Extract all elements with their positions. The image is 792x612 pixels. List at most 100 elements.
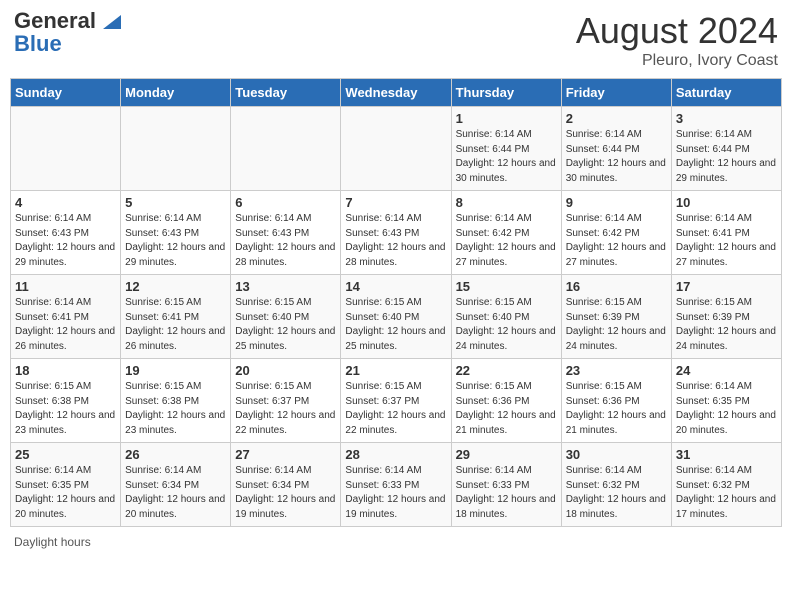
day-number: 19 — [125, 363, 226, 378]
day-number: 13 — [235, 279, 336, 294]
day-info: Sunrise: 6:15 AM Sunset: 6:40 PM Dayligh… — [345, 296, 446, 354]
calendar-cell: 11 Sunrise: 6:14 AM Sunset: 6:41 PM Dayli… — [11, 275, 121, 359]
calendar-cell — [231, 107, 341, 191]
day-number: 27 — [235, 447, 336, 462]
calendar-cell: 3 Sunrise: 6:14 AM Sunset: 6:44 PM Daylig… — [671, 107, 781, 191]
subtitle: Pleuro, Ivory Coast — [576, 52, 778, 70]
day-info: Sunrise: 6:15 AM Sunset: 6:36 PM Dayligh… — [456, 380, 557, 438]
day-of-week-header: Monday — [121, 79, 231, 107]
calendar-cell: 6 Sunrise: 6:14 AM Sunset: 6:43 PM Daylig… — [231, 191, 341, 275]
day-info: Sunrise: 6:14 AM Sunset: 6:43 PM Dayligh… — [345, 212, 446, 270]
day-of-week-header: Thursday — [451, 79, 561, 107]
logo-blue: Blue — [14, 32, 62, 56]
day-info: Sunrise: 6:15 AM Sunset: 6:40 PM Dayligh… — [456, 296, 557, 354]
day-info: Sunrise: 6:14 AM Sunset: 6:33 PM Dayligh… — [345, 464, 446, 522]
calendar-cell: 28 Sunrise: 6:14 AM Sunset: 6:33 PM Dayli… — [341, 443, 451, 527]
footer: Daylight hours — [10, 535, 782, 549]
day-number: 16 — [566, 279, 667, 294]
day-info: Sunrise: 6:15 AM Sunset: 6:36 PM Dayligh… — [566, 380, 667, 438]
day-number: 31 — [676, 447, 777, 462]
day-number: 5 — [125, 195, 226, 210]
day-info: Sunrise: 6:15 AM Sunset: 6:40 PM Dayligh… — [235, 296, 336, 354]
day-number: 1 — [456, 111, 557, 126]
day-number: 18 — [15, 363, 116, 378]
day-info: Sunrise: 6:14 AM Sunset: 6:34 PM Dayligh… — [235, 464, 336, 522]
calendar-cell: 19 Sunrise: 6:15 AM Sunset: 6:38 PM Dayli… — [121, 359, 231, 443]
day-number: 15 — [456, 279, 557, 294]
logo: General Blue — [14, 10, 121, 56]
calendar-cell: 21Sunrise: 6:15 AM Sunset: 6:37 PM Dayli… — [341, 359, 451, 443]
day-number: 3 — [676, 111, 777, 126]
day-info: Sunrise: 6:14 AM Sunset: 6:44 PM Dayligh… — [676, 128, 777, 186]
day-number: 10 — [676, 195, 777, 210]
calendar-cell: 15 Sunrise: 6:15 AM Sunset: 6:40 PM Dayli… — [451, 275, 561, 359]
calendar-cell: 9Sunrise: 6:14 AM Sunset: 6:42 PM Daylig… — [561, 191, 671, 275]
day-info: Sunrise: 6:15 AM Sunset: 6:39 PM Dayligh… — [676, 296, 777, 354]
day-of-week-header: Wednesday — [341, 79, 451, 107]
day-info: Sunrise: 6:14 AM Sunset: 6:32 PM Dayligh… — [676, 464, 777, 522]
logo-general: General — [14, 8, 96, 33]
day-number: 26 — [125, 447, 226, 462]
calendar-cell: 10 Sunrise: 6:14 AM Sunset: 6:41 PM Dayli… — [671, 191, 781, 275]
day-info: Sunrise: 6:14 AM Sunset: 6:41 PM Dayligh… — [15, 296, 116, 354]
day-info: Sunrise: 6:15 AM Sunset: 6:37 PM Dayligh… — [235, 380, 336, 438]
day-number: 22 — [456, 363, 557, 378]
calendar-cell: 30 Sunrise: 6:14 AM Sunset: 6:32 PM Dayli… — [561, 443, 671, 527]
day-number: 12 — [125, 279, 226, 294]
day-of-week-header: Sunday — [11, 79, 121, 107]
calendar-cell: 17Sunrise: 6:15 AM Sunset: 6:39 PM Dayli… — [671, 275, 781, 359]
day-info: Sunrise: 6:14 AM Sunset: 6:42 PM Dayligh… — [456, 212, 557, 270]
day-number: 6 — [235, 195, 336, 210]
day-number: 7 — [345, 195, 446, 210]
day-info: Sunrise: 6:14 AM Sunset: 6:43 PM Dayligh… — [125, 212, 226, 270]
day-number: 9 — [566, 195, 667, 210]
day-number: 4 — [15, 195, 116, 210]
day-info: Sunrise: 6:15 AM Sunset: 6:39 PM Dayligh… — [566, 296, 667, 354]
calendar-cell — [341, 107, 451, 191]
calendar-week-row: 18 Sunrise: 6:15 AM Sunset: 6:38 PM Dayli… — [11, 359, 782, 443]
day-info: Sunrise: 6:14 AM Sunset: 6:43 PM Dayligh… — [235, 212, 336, 270]
calendar-cell — [121, 107, 231, 191]
day-number: 11 — [15, 279, 116, 294]
calendar-cell: 7 Sunrise: 6:14 AM Sunset: 6:43 PM Daylig… — [341, 191, 451, 275]
calendar-header-row: SundayMondayTuesdayWednesdayThursdayFrid… — [11, 79, 782, 107]
calendar-cell: 8 Sunrise: 6:14 AM Sunset: 6:42 PM Daylig… — [451, 191, 561, 275]
calendar-cell: 4 Sunrise: 6:14 AM Sunset: 6:43 PM Daylig… — [11, 191, 121, 275]
day-number: 28 — [345, 447, 446, 462]
day-number: 29 — [456, 447, 557, 462]
calendar-cell: 22 Sunrise: 6:15 AM Sunset: 6:36 PM Dayli… — [451, 359, 561, 443]
calendar-cell: 23Sunrise: 6:15 AM Sunset: 6:36 PM Dayli… — [561, 359, 671, 443]
day-info: Sunrise: 6:15 AM Sunset: 6:38 PM Dayligh… — [125, 380, 226, 438]
calendar-cell: 25Sunrise: 6:14 AM Sunset: 6:35 PM Dayli… — [11, 443, 121, 527]
calendar-cell: 31 Sunrise: 6:14 AM Sunset: 6:32 PM Dayli… — [671, 443, 781, 527]
calendar-cell: 29 Sunrise: 6:14 AM Sunset: 6:33 PM Dayli… — [451, 443, 561, 527]
day-of-week-header: Tuesday — [231, 79, 341, 107]
calendar-cell: 5 Sunrise: 6:14 AM Sunset: 6:43 PM Daylig… — [121, 191, 231, 275]
day-info: Sunrise: 6:14 AM Sunset: 6:43 PM Dayligh… — [15, 212, 116, 270]
day-info: Sunrise: 6:14 AM Sunset: 6:32 PM Dayligh… — [566, 464, 667, 522]
day-info: Sunrise: 6:14 AM Sunset: 6:44 PM Dayligh… — [456, 128, 557, 186]
day-of-week-header: Friday — [561, 79, 671, 107]
logo-icon — [103, 15, 121, 29]
calendar-week-row: 11 Sunrise: 6:14 AM Sunset: 6:41 PM Dayli… — [11, 275, 782, 359]
day-number: 20 — [235, 363, 336, 378]
calendar-week-row: 4 Sunrise: 6:14 AM Sunset: 6:43 PM Daylig… — [11, 191, 782, 275]
day-number: 8 — [456, 195, 557, 210]
day-info: Sunrise: 6:14 AM Sunset: 6:41 PM Dayligh… — [676, 212, 777, 270]
day-number: 30 — [566, 447, 667, 462]
calendar-cell: 24Sunrise: 6:14 AM Sunset: 6:35 PM Dayli… — [671, 359, 781, 443]
calendar-cell — [11, 107, 121, 191]
calendar-cell: 20 Sunrise: 6:15 AM Sunset: 6:37 PM Dayli… — [231, 359, 341, 443]
calendar-cell: 14 Sunrise: 6:15 AM Sunset: 6:40 PM Dayli… — [341, 275, 451, 359]
title-block: August 2024 Pleuro, Ivory Coast — [576, 10, 778, 70]
day-number: 14 — [345, 279, 446, 294]
calendar-cell: 2Sunrise: 6:14 AM Sunset: 6:44 PM Daylig… — [561, 107, 671, 191]
calendar-cell: 16 Sunrise: 6:15 AM Sunset: 6:39 PM Dayli… — [561, 275, 671, 359]
day-info: Sunrise: 6:14 AM Sunset: 6:35 PM Dayligh… — [676, 380, 777, 438]
day-number: 2 — [566, 111, 667, 126]
calendar-cell: 27 Sunrise: 6:14 AM Sunset: 6:34 PM Dayli… — [231, 443, 341, 527]
calendar-week-row: 25Sunrise: 6:14 AM Sunset: 6:35 PM Dayli… — [11, 443, 782, 527]
day-info: Sunrise: 6:14 AM Sunset: 6:35 PM Dayligh… — [15, 464, 116, 522]
day-number: 21 — [345, 363, 446, 378]
day-info: Sunrise: 6:14 AM Sunset: 6:33 PM Dayligh… — [456, 464, 557, 522]
